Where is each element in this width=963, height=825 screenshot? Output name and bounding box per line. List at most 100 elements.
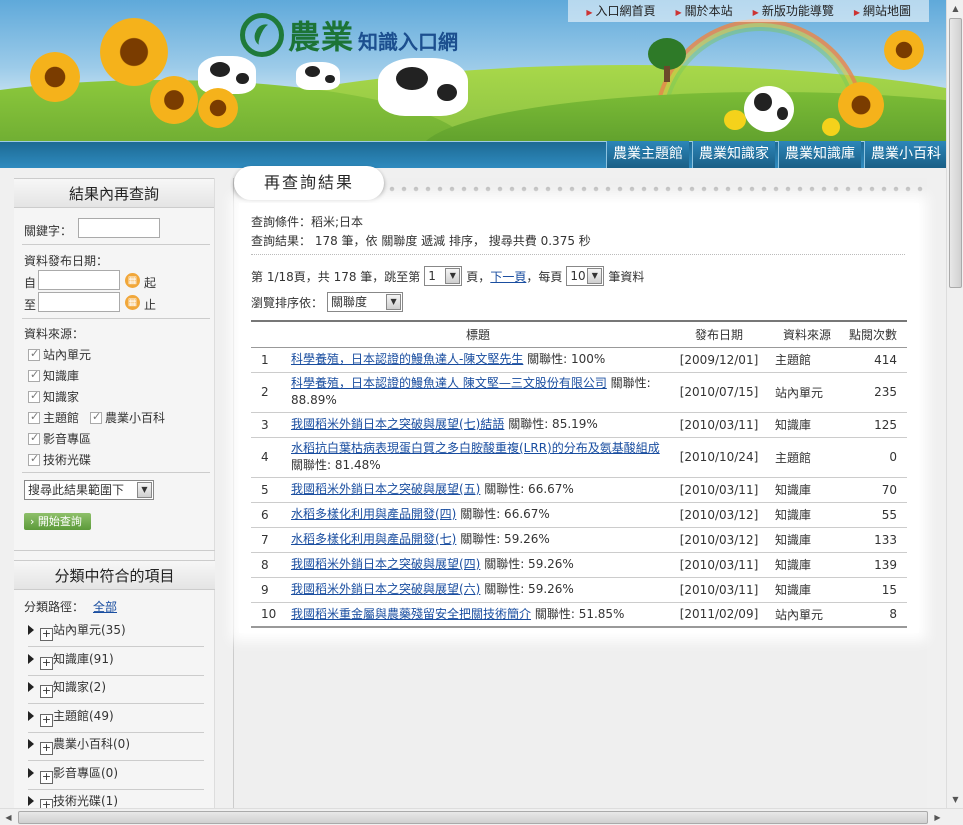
plus-icon[interactable]: + [40,771,53,784]
plus-icon[interactable]: + [40,742,53,755]
page-suffix: 頁， [466,269,491,284]
sort-select[interactable]: 關聯度 ▼ [327,292,404,312]
expand-arrow-icon[interactable] [28,711,34,721]
start-search-button[interactable]: › 開始查詢 [24,513,91,530]
row-view-count: 414 [843,347,907,373]
top-nav: ▶ 入口網首頁 ▶ 關於本站 ▶ 新版功能導覽 ▶ 網站地圖 [568,0,929,22]
banner-cow [296,62,340,90]
result-title-link[interactable]: 我國稻米外銷日本之突破與展望(五) [291,482,480,496]
row-view-count: 0 [843,437,907,478]
per-page-select[interactable]: 10 ▼ [566,266,605,286]
result-title-link[interactable]: 水稻抗白葉枯病表現蛋白質之多白胺酸重複(LRR)的分布及氨基酸組成 [291,441,660,455]
result-title-link[interactable]: 水稻多樣化利用與產品開發(四) [291,507,456,521]
calendar-icon[interactable]: ▦ [125,273,140,288]
scope-select[interactable]: 搜尋此結果範圍下 ▼ [24,480,154,500]
top-link-home[interactable]: ▶ 入口網首頁 [576,2,665,19]
chevron-down-icon: ▼ [137,482,152,498]
relevance-text: 關聯性: 66.67% [460,507,550,521]
source-checkbox[interactable]: 知識家 [28,388,79,405]
source-checkbox[interactable]: 主題館 [28,409,79,426]
banner-tree-trunk [664,66,670,82]
source-checkbox[interactable]: 技術光碟 [28,451,91,468]
category-item[interactable]: + 農業小百科(0) [28,734,204,761]
source-checkbox[interactable]: 影音專區 [28,430,91,447]
result-title-link[interactable]: 科學養殖，日本認證的鰻魚達人 陳文堅—三文股份有限公司 [291,376,607,390]
category-path-all[interactable]: 全部 [93,598,117,615]
result-title-link[interactable]: 我國稻米重金屬與農藥殘留安全把關技術簡介 [291,607,531,621]
expand-arrow-icon[interactable] [28,682,34,692]
table-row: 8 我國稻米外銷日本之突破與展望(四) 關聯性: 59.26% [2010/03/1… [251,552,907,578]
column-date-header: 發布日期 [667,320,771,348]
top-link-sitemap[interactable]: ▶ 網站地圖 [844,2,921,19]
relevance-text: 關聯性: 59.26% [460,532,550,546]
row-source: 主題館 [771,347,843,373]
page-jump-select[interactable]: 1 ▼ [424,266,463,286]
top-link-label: 網站地圖 [862,4,911,18]
expand-arrow-icon[interactable] [28,625,34,635]
scroll-down-icon[interactable]: ▼ [947,791,963,808]
calendar-icon[interactable]: ▦ [125,295,140,310]
plus-icon[interactable]: + [40,685,53,698]
top-link-guide[interactable]: ▶ 新版功能導覽 [743,2,844,19]
banner-flower [198,88,238,128]
table-row: 10 我國稻米重金屬與農藥殘留安全把關技術簡介 關聯性: 51.85% [2011/… [251,602,907,628]
next-page-link[interactable]: 下一頁 [490,268,526,285]
category-item[interactable]: + 影音專區(0) [28,763,204,790]
date-from-input[interactable] [38,270,120,290]
plus-icon[interactable]: + [40,714,53,727]
category-item[interactable]: + 主題館(49) [28,706,204,733]
checkbox-icon [28,389,40,403]
arrow-icon: ▶ [586,8,593,17]
row-date: [2010/03/12] [667,502,771,528]
date-to-input[interactable] [38,292,120,312]
category-item[interactable]: + 站內單元(35) [28,620,204,647]
category-item[interactable]: + 知識家(2) [28,677,204,704]
results-tab-title: 再查詢結果 [234,166,384,200]
expand-arrow-icon[interactable] [28,739,34,749]
row-date: [2010/10/24] [667,437,771,478]
plus-icon[interactable]: + [40,628,53,641]
nav-knowledge-expert[interactable]: 農業知識家 [692,141,775,168]
date-from-label: 自 [24,276,37,290]
top-link-about[interactable]: ▶ 關於本站 [665,2,742,19]
source-checkbox[interactable]: 農業小百科 [90,409,165,426]
relevance-text: 關聯性: 59.26% [484,557,574,571]
expand-arrow-icon[interactable] [28,768,34,778]
dotted-divider [386,186,926,192]
arrow-icon: ▶ [675,8,682,17]
plus-icon[interactable]: + [40,657,53,670]
category-label: 影音專區(0) [53,766,118,780]
top-link-label: 新版功能導覽 [761,4,834,18]
site-logo[interactable]: 農業 知識入口網 [240,12,458,58]
scroll-right-icon[interactable]: ▶ [929,809,946,825]
scroll-left-icon[interactable]: ◀ [0,809,17,825]
category-item[interactable]: + 知識庫(91) [28,649,204,676]
result-title-link[interactable]: 我國稻米外銷日本之突破與展望(六) [291,582,480,596]
nav-theme-hall[interactable]: 農業主題館 [606,141,689,168]
row-source: 知識庫 [771,527,843,553]
source-checkbox[interactable]: 知識庫 [28,367,79,384]
relevance-text: 關聯性: 85.19% [508,417,598,431]
vertical-scroll-thumb[interactable] [949,18,962,288]
vertical-scrollbar[interactable]: ▲ ▼ [946,0,963,808]
expand-arrow-icon[interactable] [28,796,34,806]
result-title-link[interactable]: 我國稻米外銷日本之突破與展望(七)結語 [291,417,504,431]
result-title-link[interactable]: 水稻多樣化利用與產品開發(七) [291,532,456,546]
source-checkbox[interactable]: 站內單元 [28,346,91,363]
checkbox-icon [90,410,102,424]
keyword-input[interactable] [78,218,160,238]
horizontal-scrollbar[interactable]: ◀ ▶ [0,808,963,825]
row-source: 站內單元 [771,602,843,628]
per-page-value: 10 [570,269,586,283]
scroll-up-icon[interactable]: ▲ [947,0,963,17]
result-title-link[interactable]: 科學養殖，日本認證的鰻魚達人-陳文堅先生 [291,352,523,366]
horizontal-scroll-thumb[interactable] [18,811,928,824]
nav-knowledge-base[interactable]: 農業知識庫 [778,141,861,168]
row-number: 3 [251,412,289,438]
expand-arrow-icon[interactable] [28,654,34,664]
row-view-count: 8 [843,602,907,628]
result-title-link[interactable]: 我國稻米外銷日本之突破與展望(四) [291,557,480,571]
row-view-count: 133 [843,527,907,553]
page-info: 第 1/18頁，共 178 筆，跳至第 [251,269,421,284]
nav-encyclopedia[interactable]: 農業小百科 [864,141,947,168]
